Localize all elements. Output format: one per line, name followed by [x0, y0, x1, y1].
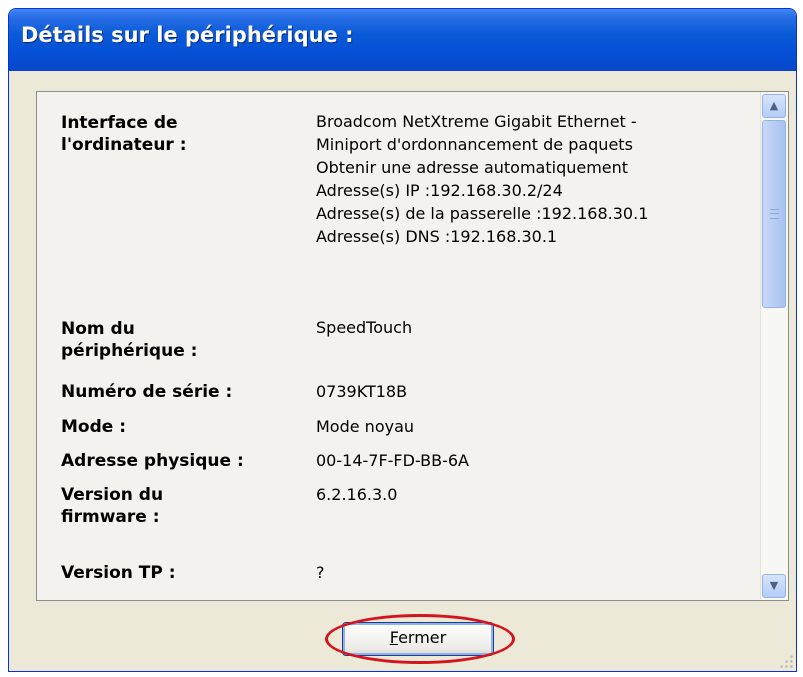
chevron-down-icon: ▼: [769, 579, 779, 592]
detail-value: SpeedTouch: [316, 318, 413, 337]
detail-label: Interface de l'ordinateur :: [61, 113, 187, 155]
detail-label: Numéro de série :: [61, 382, 233, 402]
detail-label: Version du firmware :: [61, 485, 164, 527]
detail-label: Mode :: [61, 417, 127, 437]
detail-value: 00-14-7F-FD-BB-6A: [316, 451, 469, 470]
value-line: Adresse(s) DNS :192.168.30.1: [316, 227, 558, 246]
value-line: Broadcom NetXtreme Gigabit Ethernet -: [316, 112, 637, 131]
value-line: Adresse(s) de la passerelle :192.168.30.…: [316, 204, 649, 223]
details-panel[interactable]: Interface de l'ordinateur : Broadcom Net…: [36, 91, 789, 601]
close-button-label: ermer: [398, 628, 447, 647]
scroll-thumb[interactable]: [762, 120, 786, 308]
window-title: Détails sur le périphérique :: [21, 23, 354, 47]
chevron-up-icon: ▲: [769, 99, 779, 112]
vertical-scrollbar[interactable]: ▲ ▼: [760, 92, 788, 600]
detail-value: 6.2.16.3.0: [316, 485, 398, 504]
value-line: Miniport d'ordonnancement de paquets: [316, 135, 633, 154]
detail-label: Nom du périphérique :: [61, 319, 198, 361]
close-button[interactable]: Fermer: [342, 622, 494, 656]
value-line: Obtenir une adresse automatiquement: [316, 158, 629, 177]
scroll-down-button[interactable]: ▼: [762, 574, 786, 598]
value-line: Adresse(s) IP :192.168.30.2/24: [316, 181, 563, 200]
title-bar: Détails sur le périphérique :: [9, 9, 796, 71]
detail-label: Adresse physique :: [61, 451, 244, 471]
detail-value: Broadcom NetXtreme Gigabit Ethernet - Mi…: [316, 110, 756, 248]
mnemonic-letter: F: [389, 628, 399, 647]
scroll-up-button[interactable]: ▲: [762, 94, 786, 118]
detail-value: Mode noyau: [316, 417, 415, 436]
device-details-window: Détails sur le périphérique : Interface …: [8, 8, 797, 672]
detail-value: ?: [316, 563, 325, 582]
detail-label: Version TP :: [61, 563, 176, 583]
grip-icon: [770, 209, 779, 219]
resize-grip-icon[interactable]: [779, 654, 793, 668]
detail-value: 0739KT18B: [316, 382, 408, 401]
